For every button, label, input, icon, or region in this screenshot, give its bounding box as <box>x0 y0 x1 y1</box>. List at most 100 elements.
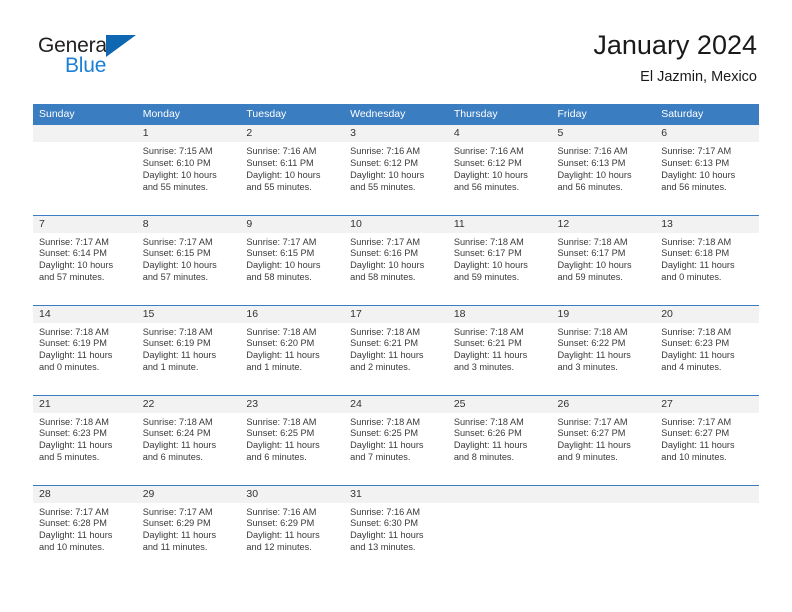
day-cell-inner: 27 Sunrise: 7:17 AM Sunset: 6:27 PM Dayligh… <box>655 395 759 485</box>
day-detail-line: and 11 minutes. <box>142 542 208 553</box>
day-detail-line: Sunset: 6:28 PM <box>39 518 107 529</box>
general-blue-logo[interactable]: General Blue <box>38 34 218 90</box>
day-number: 9 <box>240 215 345 233</box>
calendar-day-cell[interactable]: 15 Sunrise: 7:18 AM Sunset: 6:19 PM Dayligh… <box>136 304 241 395</box>
calendar-day-cell[interactable]: 19 Sunrise: 7:18 AM Sunset: 6:22 PM Dayligh… <box>551 304 656 395</box>
day-detail-line: Daylight: 11 hours <box>39 530 113 541</box>
calendar-day-cell[interactable]: 31 Sunrise: 7:16 AM Sunset: 6:30 PM Dayligh… <box>344 484 448 576</box>
calendar-day-cell[interactable]: 26 Sunrise: 7:17 AM Sunset: 6:27 PM Dayligh… <box>551 394 656 485</box>
calendar-day-cell[interactable]: 29 Sunrise: 7:17 AM Sunset: 6:29 PM Dayligh… <box>136 484 241 575</box>
day-number: 16 <box>240 305 345 323</box>
day-cell-inner: 15 Sunrise: 7:18 AM Sunset: 6:19 PM Dayligh… <box>136 305 241 395</box>
calendar-day-cell[interactable]: 22 Sunrise: 7:18 AM Sunset: 6:24 PM Dayligh… <box>136 394 241 485</box>
day-sun-details: Sunrise: 7:18 AM Sunset: 6:25 PM Daylight:… <box>344 413 448 465</box>
day-cell-inner: 1 Sunrise: 7:15 AM Sunset: 6:10 PM Daylight… <box>136 125 241 215</box>
calendar-day-cell[interactable]: 18 Sunrise: 7:18 AM Sunset: 6:21 PM Dayligh… <box>447 304 552 395</box>
calendar-day-cell[interactable]: 3 Sunrise: 7:16 AM Sunset: 6:12 PM Daylight… <box>344 125 448 215</box>
calendar-day-cell[interactable]: 12 Sunrise: 7:18 AM Sunset: 6:17 PM Dayligh… <box>551 214 656 305</box>
day-number: 2 <box>240 125 345 142</box>
calendar-day-cell[interactable]: 10 Sunrise: 7:17 AM Sunset: 6:16 PM Dayligh… <box>344 214 448 305</box>
day-detail-line: Sunrise: 7:18 AM <box>142 416 213 427</box>
day-detail-line: Daylight: 10 hours <box>661 169 736 180</box>
calendar-day-cell[interactable]: 20 Sunrise: 7:18 AM Sunset: 6:23 PM Dayligh… <box>655 304 759 395</box>
day-number: 27 <box>655 395 759 413</box>
day-number: 6 <box>655 125 759 142</box>
day-number: 3 <box>344 125 448 142</box>
calendar-day-cell[interactable]: 24 Sunrise: 7:18 AM Sunset: 6:25 PM Dayligh… <box>344 394 448 485</box>
day-cell-inner <box>655 485 759 575</box>
day-number: 13 <box>655 215 759 233</box>
day-number: 20 <box>655 305 759 323</box>
calendar-cell-empty <box>447 484 552 575</box>
calendar-day-cell[interactable]: 17 Sunrise: 7:18 AM Sunset: 6:21 PM Dayligh… <box>344 304 448 395</box>
calendar-day-cell[interactable]: 4 Sunrise: 7:16 AM Sunset: 6:12 PM Daylight… <box>447 125 552 215</box>
day-detail-line: Sunset: 6:16 PM <box>350 248 419 259</box>
calendar-day-cell[interactable]: 2 Sunrise: 7:16 AM Sunset: 6:11 PM Daylight… <box>240 125 345 215</box>
day-number: 23 <box>240 395 345 413</box>
day-detail-line: Sunset: 6:19 PM <box>142 338 211 349</box>
day-detail-line: and 58 minutes. <box>350 272 416 283</box>
calendar-day-cell[interactable]: 30 Sunrise: 7:16 AM Sunset: 6:29 PM Dayligh… <box>240 484 345 575</box>
day-detail-line: and 10 minutes. <box>661 452 727 463</box>
day-detail-line: Sunset: 6:29 PM <box>142 518 211 529</box>
calendar-day-cell[interactable]: 5 Sunrise: 7:16 AM Sunset: 6:13 PM Daylight… <box>551 125 656 215</box>
calendar-day-cell[interactable]: 13 Sunrise: 7:18 AM Sunset: 6:18 PM Dayligh… <box>655 214 759 305</box>
calendar-day-cell[interactable]: 9 Sunrise: 7:17 AM Sunset: 6:15 PM Daylight… <box>240 214 345 305</box>
calendar-day-cell[interactable]: 14 Sunrise: 7:18 AM Sunset: 6:19 PM Dayligh… <box>33 304 137 395</box>
day-detail-line: Sunset: 6:19 PM <box>39 338 107 349</box>
calendar-day-cell[interactable]: 28 Sunrise: 7:17 AM Sunset: 6:28 PM Dayligh… <box>33 484 137 575</box>
day-detail-line: Daylight: 11 hours <box>246 440 320 451</box>
weekday-header-row: Sunday Monday Tuesday Wednesday Thursday Frid… <box>33 104 759 125</box>
day-detail-line: Sunrise: 7:18 AM <box>453 326 524 337</box>
calendar-week-row: 14 Sunrise: 7:18 AM Sunset: 6:19 PM Dayligh… <box>33 304 759 395</box>
day-cell-inner: 4 Sunrise: 7:16 AM Sunset: 6:12 PM Daylight… <box>447 125 552 215</box>
calendar-day-cell[interactable]: 21 Sunrise: 7:18 AM Sunset: 6:23 PM Dayligh… <box>33 394 137 485</box>
calendar-day-cell[interactable]: 8 Sunrise: 7:17 AM Sunset: 6:15 PM Daylight… <box>136 214 241 305</box>
day-detail-line: Sunrise: 7:16 AM <box>453 146 524 156</box>
day-detail-line: Daylight: 11 hours <box>142 350 217 361</box>
calendar-day-cell[interactable]: 16 Sunrise: 7:18 AM Sunset: 6:20 PM Dayligh… <box>240 304 345 395</box>
calendar-week-row: 7 Sunrise: 7:17 AM Sunset: 6:14 PM Daylight… <box>33 214 759 305</box>
calendar-day-cell[interactable]: 6 Sunrise: 7:17 AM Sunset: 6:13 PM Daylight… <box>655 125 759 215</box>
day-detail-line: Daylight: 11 hours <box>661 350 735 361</box>
day-number: 28 <box>33 485 137 503</box>
day-cell-inner: 11 Sunrise: 7:18 AM Sunset: 6:17 PM Dayligh… <box>447 215 552 305</box>
day-detail-line: Daylight: 11 hours <box>557 440 631 451</box>
day-detail-line: Daylight: 11 hours <box>39 440 113 451</box>
day-detail-line: and 5 minutes. <box>39 452 100 463</box>
page-title: January 2024 <box>593 30 757 60</box>
day-detail-line: and 57 minutes. <box>39 272 105 283</box>
day-detail-line: Sunset: 6:23 PM <box>661 338 730 349</box>
calendar-day-cell[interactable]: 25 Sunrise: 7:18 AM Sunset: 6:26 PM Dayligh… <box>447 394 552 485</box>
calendar-day-cell[interactable]: 11 Sunrise: 7:18 AM Sunset: 6:17 PM Dayligh… <box>447 214 552 305</box>
day-detail-line: Daylight: 11 hours <box>453 350 528 361</box>
calendar-day-cell[interactable]: 1 Sunrise: 7:15 AM Sunset: 6:10 PM Daylight… <box>136 125 241 215</box>
calendar-day-cell[interactable]: 7 Sunrise: 7:17 AM Sunset: 6:14 PM Daylight… <box>33 214 137 305</box>
day-sun-details: Sunrise: 7:18 AM Sunset: 6:18 PM Daylight:… <box>655 233 759 285</box>
day-detail-line: Daylight: 10 hours <box>453 169 528 180</box>
day-number: 30 <box>240 485 345 503</box>
day-cell-inner: 7 Sunrise: 7:17 AM Sunset: 6:14 PM Daylight… <box>33 215 137 305</box>
day-detail-line: Daylight: 10 hours <box>557 169 632 180</box>
day-detail-line: Daylight: 11 hours <box>350 440 424 451</box>
day-sun-details: Sunrise: 7:17 AM Sunset: 6:27 PM Daylight:… <box>552 413 656 465</box>
day-detail-line: and 59 minutes. <box>557 272 623 283</box>
calendar-page: General Blue January 2024 El Jazmin, Mex… <box>0 0 792 612</box>
day-detail-line: Daylight: 11 hours <box>246 350 320 361</box>
day-number: 25 <box>447 395 552 413</box>
day-cell-inner: 31 Sunrise: 7:16 AM Sunset: 6:30 PM Dayligh… <box>344 485 448 576</box>
day-detail-line: and 55 minutes. <box>246 181 312 192</box>
day-sun-details: Sunrise: 7:16 AM Sunset: 6:12 PM Daylight:… <box>448 142 552 194</box>
calendar-day-cell[interactable]: 27 Sunrise: 7:17 AM Sunset: 6:27 PM Dayligh… <box>655 394 759 485</box>
day-detail-line: Sunrise: 7:16 AM <box>350 506 421 517</box>
day-number: 18 <box>447 305 552 323</box>
day-detail-line: Daylight: 11 hours <box>142 440 217 451</box>
day-detail-line: Sunset: 6:27 PM <box>557 428 626 439</box>
calendar-day-cell[interactable]: 23 Sunrise: 7:18 AM Sunset: 6:25 PM Dayligh… <box>240 394 345 485</box>
day-sun-details: Sunrise: 7:18 AM Sunset: 6:17 PM Daylight:… <box>448 233 552 285</box>
day-cell-inner: 22 Sunrise: 7:18 AM Sunset: 6:24 PM Dayligh… <box>136 395 241 485</box>
day-detail-line: Sunset: 6:29 PM <box>246 518 315 529</box>
day-cell-inner: 9 Sunrise: 7:17 AM Sunset: 6:15 PM Daylight… <box>240 215 345 305</box>
day-number <box>447 485 552 503</box>
weekday-header-friday: Friday <box>551 104 656 125</box>
